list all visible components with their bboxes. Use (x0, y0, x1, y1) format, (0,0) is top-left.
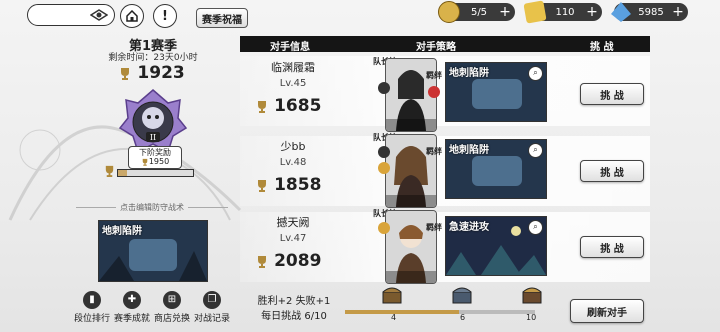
menu-rank[interactable]: ▮ 段位排行 (72, 291, 112, 324)
opponent-name: 临渊履霜 (271, 61, 315, 74)
header-strategy: 对手策略 (416, 42, 456, 53)
eye-icon (90, 9, 108, 21)
chest-icon[interactable] (522, 286, 542, 304)
daily-challenge-count: 每日挑战 6/10 (261, 311, 327, 322)
trophy-icon (258, 256, 266, 268)
milestone-label: 6 (460, 313, 466, 322)
daily-reward-progress (345, 310, 535, 314)
opponent-strategy-card[interactable]: 地刺陷阱 ⌕ (445, 62, 547, 122)
next-reward-score: 1950 (148, 157, 170, 166)
next-reward-label: 下阶奖励 (139, 148, 171, 157)
opponent-strategy-card[interactable]: 急速进攻 ⌕ (445, 216, 547, 276)
home-icon (126, 10, 138, 22)
skill-icon (378, 146, 390, 158)
bond-label: 羁绊 (426, 71, 442, 80)
book-icon: ❐ (203, 291, 221, 309)
strategy-label: 急速进攻 (449, 222, 489, 233)
plus-icon[interactable]: + (585, 4, 599, 20)
trophy-icon (105, 165, 114, 177)
stamina-resource: 5/5 + (438, 1, 515, 23)
skill-icon (378, 162, 390, 174)
stamina-icon (438, 1, 460, 23)
skill-icon (378, 82, 390, 94)
challenge-button[interactable]: 挑 战 (580, 83, 644, 105)
season-blessing-button[interactable]: 赛季祝福 (196, 8, 248, 28)
menu-records[interactable]: ❐ 对战记录 (192, 291, 232, 324)
skill-icon (378, 222, 390, 234)
menu-achievement[interactable]: ✚ 赛季成就 (112, 291, 152, 324)
opponents-header: 对手信息 对手策略 挑 战 (240, 36, 650, 53)
svg-text:II: II (150, 133, 156, 142)
bond-label: 羁绊 (426, 147, 442, 156)
defense-strategy-card[interactable]: 地刺陷阱 (98, 220, 208, 282)
challenge-button[interactable]: 挑 战 (580, 160, 644, 182)
cart-icon: ⊞ (163, 291, 181, 309)
magnifier-icon[interactable]: ⌕ (528, 143, 543, 158)
header-opponent: 对手信息 (270, 42, 310, 53)
crystal-resource: 5985 + (611, 2, 688, 22)
trophy-icon (258, 101, 266, 113)
season-remaining-time: 剩余时间：23天0小时 (108, 53, 198, 63)
magnifier-icon[interactable]: ⌕ (528, 220, 543, 235)
plus-icon[interactable]: + (498, 4, 512, 20)
season-progress-bar (117, 169, 194, 177)
opponent-level: Lv.45 (279, 78, 307, 89)
opponent-score: 2089 (255, 251, 321, 271)
defense-card-label: 地刺陷阱 (102, 226, 142, 237)
bar-chart-icon: ▮ (83, 291, 101, 309)
season-score: 1923 (118, 63, 198, 83)
opponent-score: 1685 (255, 96, 321, 116)
opponent-level: Lv.47 (279, 233, 307, 244)
strategy-label: 地刺陷阱 (449, 68, 489, 79)
ticket-icon (523, 0, 547, 24)
magnifier-icon[interactable]: ⌕ (528, 66, 543, 81)
crystal-icon (611, 2, 631, 22)
home-button[interactable] (120, 4, 144, 28)
skill-icon (428, 86, 440, 98)
opponent-score: 1858 (255, 175, 321, 195)
opponent-name: 少bb (280, 140, 306, 153)
opponent-level: Lv.48 (279, 157, 307, 168)
ticket-resource: 110 + (523, 0, 602, 24)
header-challenge: 挑 战 (590, 42, 614, 53)
milestone-label: 4 (391, 313, 397, 322)
search-input[interactable] (27, 4, 115, 26)
challenge-button[interactable]: 挑 战 (580, 236, 644, 258)
strategy-label: 地刺陷阱 (449, 145, 489, 156)
crystal-value: 5985 (638, 6, 664, 18)
edit-defense-tip: 点击编辑防守战术 (60, 202, 244, 213)
trophy-icon (258, 180, 266, 192)
trophy-icon (142, 158, 148, 166)
bond-label: 羁绊 (426, 223, 442, 232)
plus-icon[interactable]: + (671, 4, 685, 20)
trophy-icon (121, 67, 129, 80)
menu-shop[interactable]: ⊞ 商店兑换 (152, 291, 192, 324)
chest-icon[interactable] (452, 286, 472, 304)
opponent-name: 撼天阙 (276, 216, 310, 229)
daily-stats: 胜利+2 失败+1 每日挑战 6/10 (256, 294, 332, 324)
refresh-opponents-button[interactable]: 刷新对手 (570, 299, 644, 323)
info-button[interactable]: ! (153, 4, 177, 28)
next-reward-box: 下阶奖励 1950 (128, 146, 182, 169)
exclamation-icon: ! (162, 8, 168, 24)
ticket-value: 110 (555, 6, 575, 18)
opponent-strategy-card[interactable]: 地刺陷阱 ⌕ (445, 139, 547, 199)
stamina-value: 5/5 (470, 6, 488, 18)
gift-icon: ✚ (123, 291, 141, 309)
win-loss-record: 胜利+2 失败+1 (257, 296, 331, 307)
milestone-label: 10 (526, 313, 537, 322)
chest-icon[interactable] (382, 286, 402, 304)
